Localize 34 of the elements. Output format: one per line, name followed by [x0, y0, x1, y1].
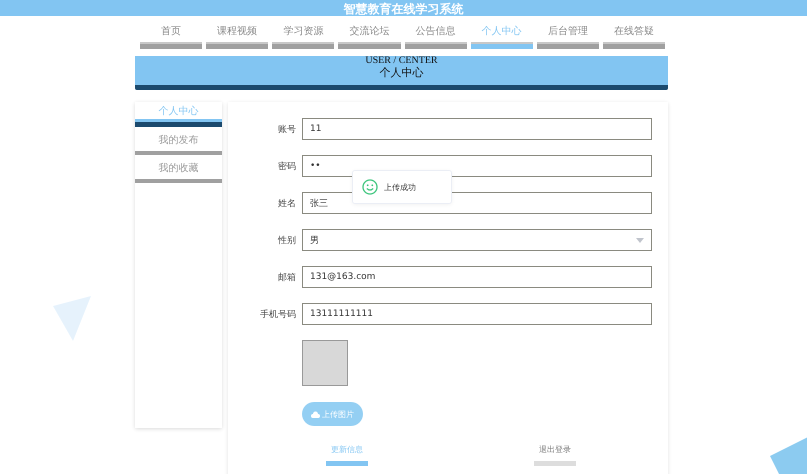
nav-tab[interactable]: 课程视频 [206, 26, 268, 49]
toast-text: 上传成功 [384, 182, 416, 192]
caret-icon [636, 238, 644, 242]
nav-tab[interactable]: 公告信息 [404, 26, 467, 49]
sidebar-item[interactable]: 我的收藏 [135, 159, 222, 183]
nav-tab[interactable]: 在线答疑 [602, 26, 665, 49]
input-field[interactable]: 13111111111 [302, 303, 652, 325]
site-title: 智慧教育在线学习系统 [344, 2, 464, 16]
nav-tab[interactable]: 后台管理 [536, 26, 599, 49]
sidebar-item[interactable]: 个人中心 [135, 102, 222, 127]
action-button[interactable]: 退出登录 [534, 444, 576, 466]
field-label: 性别 [276, 234, 296, 246]
nav-tab[interactable]: 交流论坛 [338, 26, 400, 49]
smiley-icon [362, 179, 378, 195]
action-button[interactable]: 更新信息 [326, 444, 368, 466]
nav-tab[interactable]: 学习资源 [272, 26, 334, 49]
sidebar-item[interactable]: 我的发布 [135, 131, 222, 155]
triangle-decoration [770, 436, 807, 474]
field-label: 密码 [277, 160, 296, 172]
select-field[interactable]: 男 [302, 229, 652, 251]
field-label: 邮箱 [277, 272, 296, 284]
nav-tab[interactable]: 首页 [140, 26, 202, 49]
field-label: 账号 [277, 124, 296, 136]
banner-subtitle: USER / CENTER [365, 56, 438, 66]
photo-placeholder [302, 340, 348, 386]
input-field[interactable]: 11 [302, 118, 652, 140]
input-field[interactable]: •• [302, 155, 652, 177]
triangle-decoration [53, 296, 93, 342]
input-field[interactable]: 131@163.com [302, 266, 652, 288]
field-label: 姓名 [277, 198, 296, 210]
banner-title: 个人中心 [380, 66, 424, 81]
cloud-upload-icon [311, 410, 320, 418]
nav-tab[interactable]: 个人中心 [470, 26, 533, 49]
field-label: 手机号码 [259, 308, 296, 320]
